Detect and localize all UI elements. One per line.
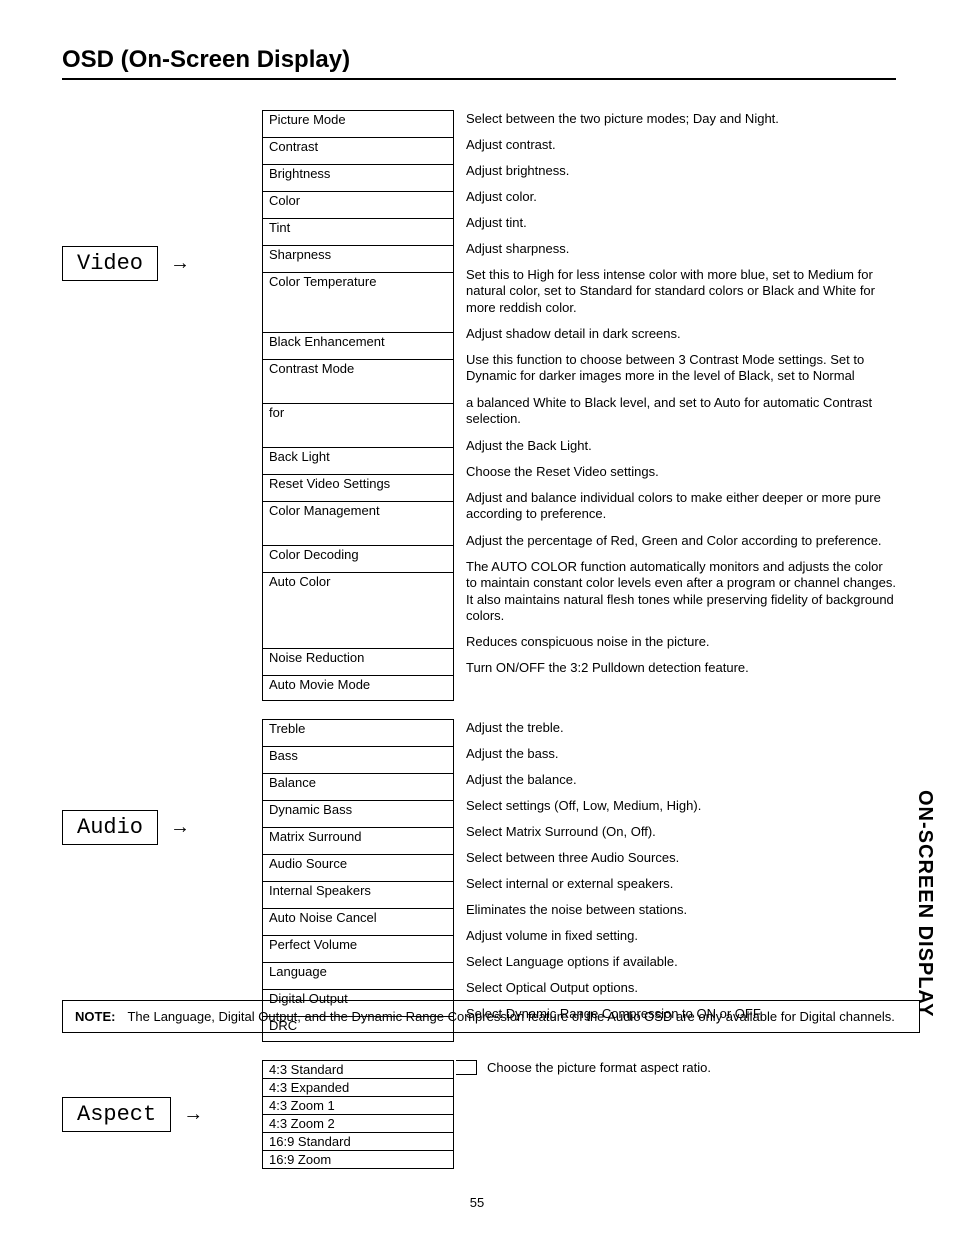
setting-desc: Adjust the percentage of Red, Green and … [466,532,896,558]
settings-list-video: Picture ModeContrastBrightnessColorTintS… [262,110,454,701]
section-audio: Audio → TrebleBassBalanceDynamic BassMatri… [62,719,896,1042]
setting-desc: Select internal or external speakers. [466,875,896,901]
setting-desc: a balanced White to Black level, and set… [466,394,896,437]
category-box-audio: Audio [62,810,158,845]
category-audio: Audio → [62,810,262,845]
setting-desc: Adjust color. [466,188,896,214]
setting-desc: Adjust sharpness. [466,240,896,266]
note-box: NOTE: The Language, Digital Output, and … [62,1000,920,1033]
setting-desc: Select Language options if available. [466,953,896,979]
setting-desc: Adjust the treble. [466,719,896,745]
setting-item: 4:3 Zoom 2 [263,1115,453,1133]
arrow-icon: → [170,252,190,275]
setting-desc: Select between three Audio Sources. [466,849,896,875]
setting-desc: Adjust shadow detail in dark screens. [466,325,896,351]
setting-item: Perfect Volume [263,936,453,963]
setting-desc: Adjust contrast. [466,136,896,162]
setting-item: Color [263,192,453,219]
section-aspect: Aspect→4:3 Standard4:3 Expanded4:3 Zoom … [62,1060,896,1169]
arrow-icon: → [170,816,190,839]
note-label: NOTE: [75,1009,115,1024]
title-underline [62,78,896,80]
side-label: ON-SCREEN DISPLAY [913,790,936,1017]
brace-icon [456,1060,477,1075]
arrow-icon: → [183,1103,203,1126]
setting-desc: Select settings (Off, Low, Medium, High)… [466,797,896,823]
setting-item: Noise Reduction [263,649,453,676]
settings-list-aspect: 4:3 Standard4:3 Expanded4:3 Zoom 14:3 Zo… [262,1060,454,1169]
page: OSD (On-Screen Display) Video → Picture Mo… [0,0,954,1235]
setting-desc: Set this to High for less intense color … [466,266,896,325]
setting-desc: Use this function to choose between 3 Co… [466,351,896,394]
setting-item: Color Decoding [263,546,453,573]
setting-item: Internal Speakers [263,882,453,909]
setting-item: Color Management [263,502,453,546]
page-number: 55 [0,1195,954,1210]
setting-desc: Turn ON/OFF the 3:2 Pulldown detection f… [466,659,896,683]
category-box-video: Video [62,246,158,281]
settings-list-audio: TrebleBassBalanceDynamic BassMatrix Surr… [262,719,454,1042]
desc-list-video: Select between the two picture modes; Da… [466,110,896,683]
aspect-shared-desc: Choose the picture format aspect ratio. [487,1060,711,1075]
setting-item: Reset Video Settings [263,475,453,502]
setting-desc: Eliminates the noise between stations. [466,901,896,927]
setting-item: Treble [263,720,453,747]
setting-item: for [263,404,453,448]
setting-item: Brightness [263,165,453,192]
setting-desc: Reduces conspicuous noise in the picture… [466,633,896,659]
setting-item: Matrix Surround [263,828,453,855]
setting-item: Sharpness [263,246,453,273]
setting-item: Color Temperature [263,273,453,333]
section-video: Video→Picture ModeContrastBrightnessColo… [62,110,896,701]
setting-item: Tint [263,219,453,246]
setting-item: 16:9 Standard [263,1133,453,1151]
desc-list-audio: Adjust the treble.Adjust the bass.Adjust… [466,719,896,1029]
setting-item: Dynamic Bass [263,801,453,828]
note-text: The Language, Digital Output, and the Dy… [127,1009,907,1024]
setting-desc: Adjust the Back Light. [466,437,896,463]
setting-desc: Adjust tint. [466,214,896,240]
setting-item: Back Light [263,448,453,475]
setting-desc: Select between the two picture modes; Da… [466,110,896,136]
setting-desc: The AUTO COLOR function automatically mo… [466,558,896,633]
setting-item: Balance [263,774,453,801]
setting-desc: Adjust the bass. [466,745,896,771]
setting-desc: Adjust the balance. [466,771,896,797]
setting-item: Auto Color [263,573,453,649]
setting-item: 4:3 Standard [263,1061,453,1079]
setting-desc: Select Matrix Surround (On, Off). [466,823,896,849]
setting-item: Audio Source [263,855,453,882]
setting-item: Language [263,963,453,990]
setting-item: Auto Movie Mode [263,676,453,700]
category-video: Video → [62,246,262,281]
setting-item: Picture Mode [263,111,453,138]
setting-item: 4:3 Expanded [263,1079,453,1097]
setting-item: Contrast Mode [263,360,453,404]
setting-item: Bass [263,747,453,774]
page-title: OSD (On-Screen Display) [62,46,350,74]
setting-desc: Adjust brightness. [466,162,896,188]
setting-item: 4:3 Zoom 1 [263,1097,453,1115]
setting-item: Contrast [263,138,453,165]
setting-desc: Choose the Reset Video settings. [466,463,896,489]
setting-item: 16:9 Zoom [263,1151,453,1168]
setting-item: Black Enhancement [263,333,453,360]
category-aspect: Aspect → [62,1097,262,1132]
category-box-aspect: Aspect [62,1097,171,1132]
setting-item: Auto Noise Cancel [263,909,453,936]
setting-desc: Adjust and balance individual colors to … [466,489,896,532]
setting-desc: Adjust volume in fixed setting. [466,927,896,953]
aspect-desc-wrap: Choose the picture format aspect ratio. [454,1060,896,1075]
